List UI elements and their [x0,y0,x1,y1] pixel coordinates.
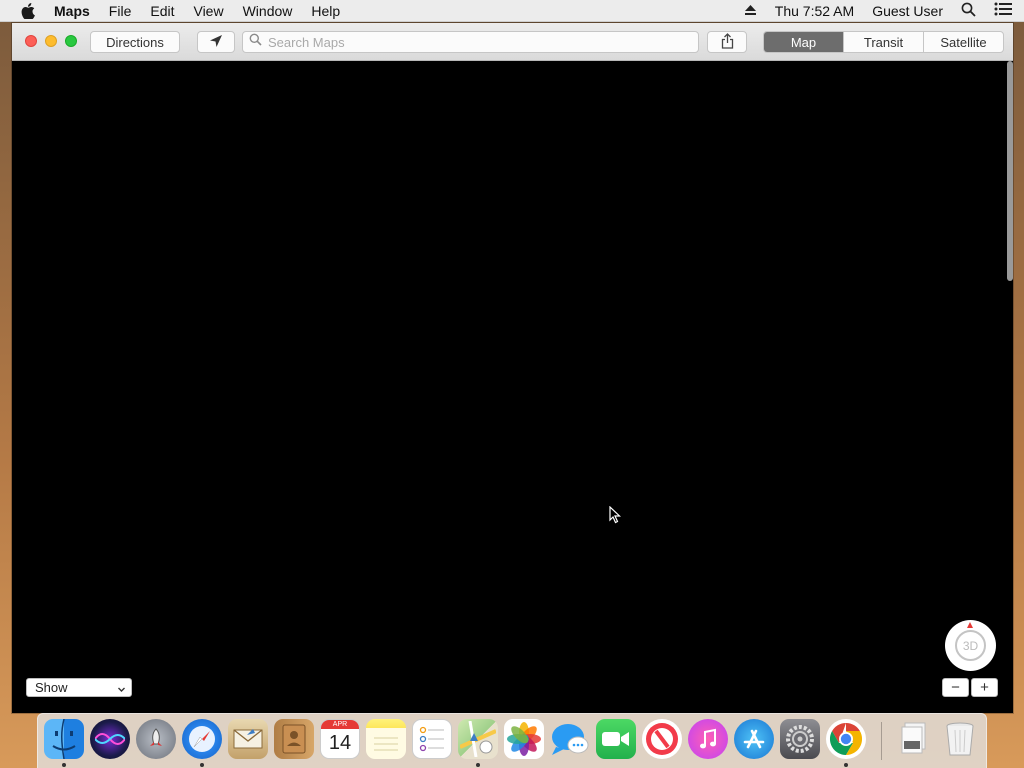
menu-app-name[interactable]: Maps [54,3,90,19]
maps-window: Directions Map Transit Satellite Show [12,23,1013,713]
window-toolbar: Directions Map Transit Satellite [12,23,1013,61]
messages-icon[interactable] [550,719,590,759]
running-indicator [200,763,204,767]
photos-icon[interactable] [504,719,544,759]
dock: APR 14 [37,713,987,768]
menu-bar: Maps File Edit View Window Help Thu 7:52… [0,0,1024,22]
menu-edit[interactable]: Edit [150,3,174,19]
reminders-icon[interactable] [412,719,452,759]
menu-window[interactable]: Window [243,3,293,19]
tab-map[interactable]: Map [764,32,843,52]
map-canvas[interactable] [12,61,1013,713]
calendar-icon[interactable]: APR 14 [320,719,360,759]
running-indicator [844,763,848,767]
calendar-month: APR [321,720,359,729]
downloads-stack-icon[interactable] [894,719,934,759]
show-dropdown-value: Show [35,680,68,695]
maps-icon[interactable] [458,719,498,759]
menu-view[interactable]: View [193,3,223,19]
share-icon [721,32,734,52]
share-button[interactable] [707,31,747,53]
launchpad-icon[interactable] [136,719,176,759]
notes-icon[interactable] [366,719,406,759]
system-preferences-icon[interactable] [780,719,820,759]
apple-menu-icon[interactable] [19,2,37,20]
calendar-day: 14 [328,732,352,754]
mouse-cursor-icon [609,505,622,529]
mail-icon[interactable] [228,719,268,759]
scrollbar[interactable] [1007,61,1013,281]
eject-icon[interactable] [744,3,757,19]
compass-label: 3D [962,638,979,653]
running-indicator [62,763,66,767]
directions-button[interactable]: Directions [90,31,180,53]
chevron-down-icon [117,682,126,697]
minimize-window-button[interactable] [45,35,57,47]
compass-3d-button[interactable]: 3D [945,620,996,671]
tab-satellite[interactable]: Satellite [923,32,1003,52]
contacts-icon[interactable] [274,719,314,759]
location-arrow-icon [209,34,223,51]
close-window-button[interactable] [25,35,37,47]
itunes-icon[interactable] [688,719,728,759]
zoom-window-button[interactable] [65,35,77,47]
tab-transit[interactable]: Transit [843,32,923,52]
dock-separator [881,722,882,760]
show-dropdown[interactable]: Show [26,678,132,697]
safari-icon[interactable] [182,719,222,759]
chrome-icon[interactable] [826,719,866,759]
siri-icon[interactable] [90,719,130,759]
menu-help[interactable]: Help [311,3,340,19]
compass-ring: 3D [955,630,986,661]
zoom-out-button[interactable]: − [942,678,969,697]
app-store-icon[interactable] [734,719,774,759]
search-icon [249,33,262,51]
current-location-button[interactable] [197,31,235,53]
zoom-in-button[interactable]: + [971,678,998,697]
facetime-icon[interactable] [596,719,636,759]
menu-file[interactable]: File [109,3,132,19]
news-icon[interactable] [642,719,682,759]
finder-icon[interactable] [44,719,84,759]
map-mode-segmented-control: Map Transit Satellite [763,31,1004,53]
zoom-controls: − + [942,678,998,697]
menubar-clock[interactable]: Thu 7:52 AM [775,3,854,19]
running-indicator [476,763,480,767]
notification-center-icon[interactable] [994,2,1012,19]
menubar-user[interactable]: Guest User [872,3,943,19]
search-field[interactable] [242,31,699,53]
spotlight-search-icon[interactable] [961,2,976,20]
search-input[interactable] [268,34,688,50]
trash-icon[interactable] [940,719,980,759]
north-indicator-icon [967,622,973,628]
